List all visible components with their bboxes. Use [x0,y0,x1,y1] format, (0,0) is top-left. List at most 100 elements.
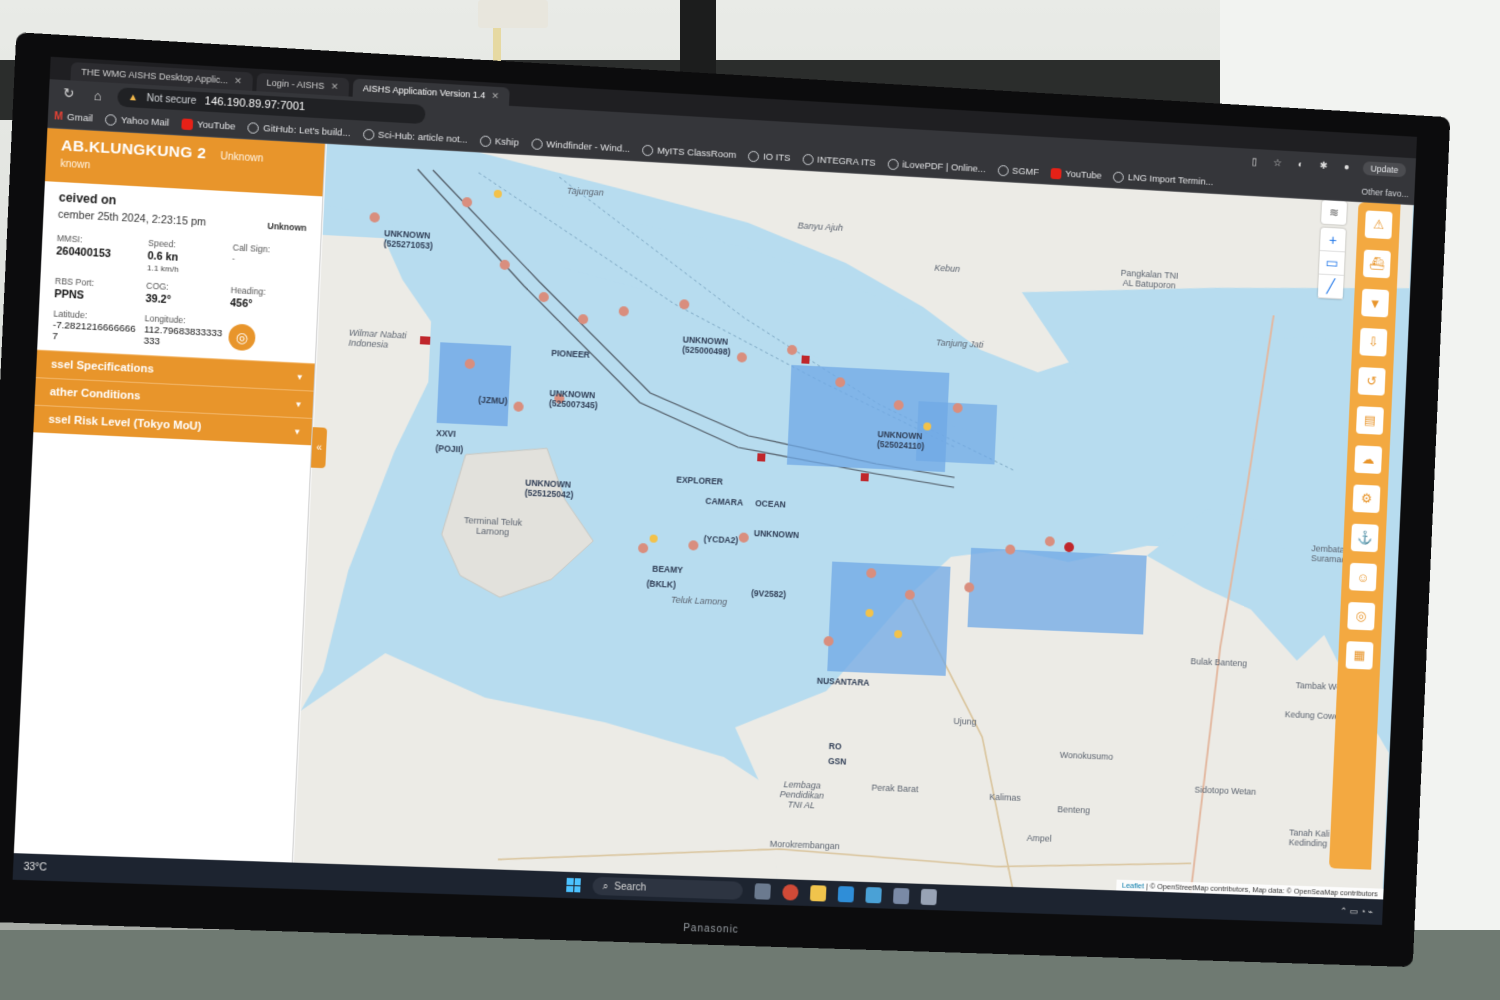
taskbar-search[interactable]: ⌕ Search [592,876,744,900]
southwest-land [293,649,788,889]
reader-icon[interactable]: ▯ [1247,155,1261,170]
close-icon[interactable]: ✕ [330,81,338,93]
edge-icon[interactable] [837,886,855,903]
app-icon-2[interactable] [920,888,938,906]
signal-icon[interactable]: ◎ [1347,601,1376,631]
cog-value: 39.2° [145,292,172,307]
place-label: Kalimas [989,791,1021,803]
chevron-down-icon: ▼ [295,372,305,382]
book-icon[interactable]: ▤ [1355,406,1384,435]
puzzle-icon[interactable]: ✱ [1317,159,1331,173]
bookmark-gmail[interactable]: M Gmail [54,111,93,124]
bookmark-scihub[interactable]: Sci-Hub: article not... [362,128,468,146]
ship-label: BEAMY [652,563,684,576]
received-status: Unknown [267,220,307,234]
anchor-icon[interactable]: ⚓ [1350,523,1379,553]
weather-icon[interactable]: ☁ [1354,445,1383,474]
youtube-icon [181,118,194,131]
chrome-icon[interactable] [782,884,799,901]
map-view[interactable]: Tajungan Banyu Ajuh Kebun Pangkalan TNI … [293,143,1414,900]
globe-icon [362,128,375,141]
place-label: Ampel [1026,832,1052,844]
section-label: ssel Risk Level (Tokyo MoU) [48,413,202,433]
bookmark-label: MyITS ClassRoom [656,145,737,161]
security-label: Not secure [146,92,197,107]
history-icon[interactable]: ↺ [1357,366,1386,396]
monitor-brand: Panasonic [682,922,740,936]
extension-icon[interactable]: ◐ [1294,157,1308,171]
mmsi-value: 260400153 [56,245,112,261]
bookmark-label: IO ITS [762,151,791,165]
youtube-icon [1050,167,1062,180]
bookmark-integra[interactable]: INTEGRA ITS [802,153,876,169]
system-tray[interactable]: ⌃ ▭ ◔ ⌁ [1340,905,1373,917]
gmail-icon: M [53,111,64,123]
bookmark-io-its[interactable]: IO ITS [747,150,791,165]
file-explorer-icon[interactable] [809,885,827,902]
ship-label: (JZMU) [478,394,508,407]
reload-icon[interactable]: ↻ [59,85,78,102]
task-view-icon[interactable] [754,883,771,900]
bookmark-myits[interactable]: MyITS ClassRoom [641,144,737,161]
star-icon[interactable]: ☆ [1270,156,1284,171]
bookmark-sgmf[interactable]: SGMF [997,164,1040,179]
leaflet-link[interactable]: Leaflet [1122,881,1144,891]
url-text: 146.190.89.97:7001 [204,95,306,114]
zoom-in-button[interactable]: + [1319,227,1346,253]
place-label: Wonokusumo [1059,749,1114,762]
draw-polygon-button[interactable]: ▭ [1318,251,1345,276]
ship-label: UNKNOWN (525271053) [383,228,433,251]
layers-button[interactable]: ≋ [1321,200,1348,225]
download-icon[interactable]: ⇩ [1359,327,1388,357]
bookmark-youtube[interactable]: YouTube [181,118,236,133]
chevron-down-icon: ▼ [294,399,303,409]
profile-icon[interactable]: ● [1340,160,1354,174]
bookmark-youtube-2[interactable]: YouTube [1050,167,1102,182]
bookmark-label: Sci-Hub: article not... [377,129,468,146]
warning-icon[interactable]: ⚠ [1364,210,1393,240]
windows-start-icon[interactable] [566,877,581,893]
user-icon[interactable]: ☺ [1348,562,1377,592]
rbs-value: PPNS [54,288,85,302]
collapse-panel-button[interactable]: « [310,427,328,469]
settings-icon[interactable]: ⚙ [1352,484,1381,514]
other-favorites[interactable]: Other favo... [1361,186,1409,198]
draw-line-button[interactable]: ╱ [1317,274,1344,300]
globe-icon [747,150,760,163]
chart-icon[interactable]: ▦ [1345,641,1374,670]
globe-icon [802,153,814,166]
globe-icon [887,158,899,171]
filter-icon[interactable]: ▼ [1361,288,1390,318]
bookmark-label: Kship [494,136,520,149]
section-label: ather Conditions [49,385,141,403]
bookmark-yahoo-mail[interactable]: Yahoo Mail [104,114,169,129]
place-label: Kebun [934,262,961,275]
vessel-info-grid: MMSI: 260400153 Speed: 0.6 kn 1.1 km/h Call… [37,224,320,363]
bookmark-kship[interactable]: Kship [479,135,520,149]
globe-icon [641,144,654,157]
bookmark-label: SGMF [1011,165,1040,179]
app-icon[interactable] [892,887,910,905]
ship-label: NUSANTARA [816,675,870,688]
monitor: THE WMG AISHS Desktop Applic... ✕ Login -… [0,32,1451,968]
weather-widget[interactable]: 33°C [23,861,86,874]
store-icon[interactable] [865,886,882,904]
home-icon[interactable]: ⌂ [88,87,107,103]
bookmark-windfinder[interactable]: Windfinder - Wind... [530,138,630,155]
ship-icon[interactable]: ⛴ [1362,249,1391,279]
bookmark-label: INTEGRA ITS [816,154,876,169]
vessel-detail-panel: AB.KLUNGKUNG 2 Unknown known ceived on ce… [13,128,326,863]
vessel-name: AB.KLUNGKUNG 2 [60,137,207,163]
close-icon[interactable]: ✕ [234,75,242,87]
search-label: Search [614,881,647,894]
close-icon[interactable]: ✕ [491,90,499,102]
locate-vessel-button[interactable]: ◎ [227,323,256,352]
place-label: Benteng [1057,804,1091,816]
update-button[interactable]: Update [1362,161,1407,178]
bookmark-label: iLovePDF | Online... [902,159,986,176]
bookmark-lng[interactable]: LNG Import Termin... [1113,171,1213,188]
bookmark-ilovepdf[interactable]: iLovePDF | Online... [887,158,986,176]
bookmark-github[interactable]: GitHub: Let's build... [247,122,351,139]
place-label: Tajungan [566,185,604,198]
toolbar-right: ▯ ☆ ◐ ✱ ● Update [1247,155,1407,178]
